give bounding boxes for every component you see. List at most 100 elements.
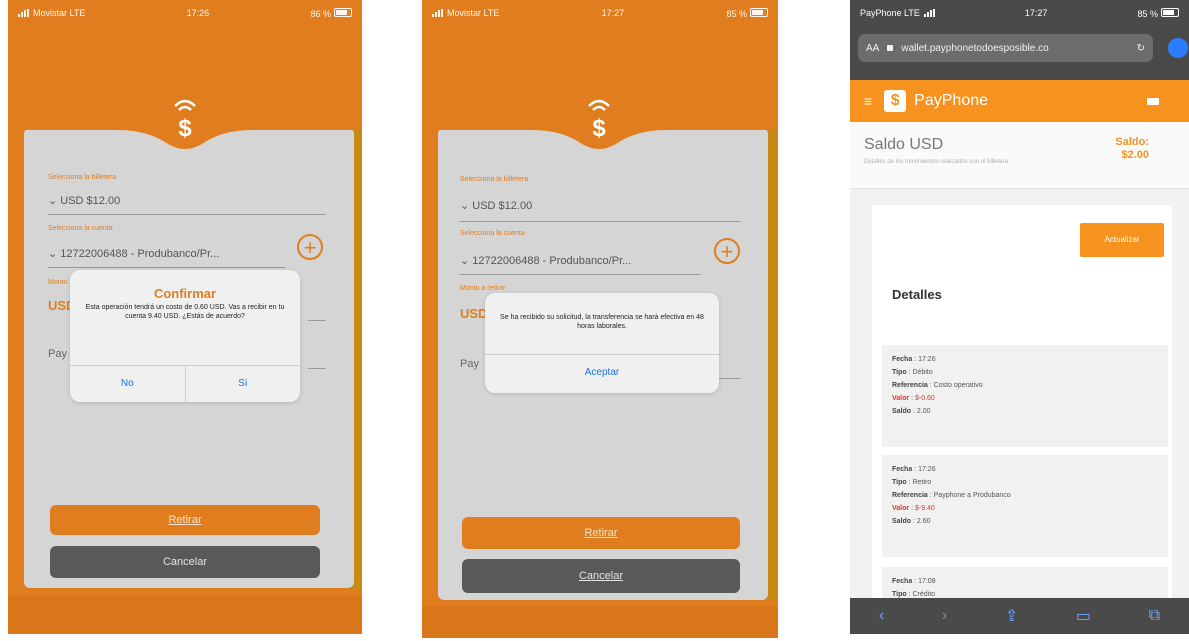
currency-label: USD bbox=[460, 306, 488, 321]
field-label: Tipo bbox=[892, 479, 907, 486]
wallet-value: USD $12.00 bbox=[472, 200, 533, 212]
cancel-button[interactable]: Cancelar bbox=[50, 546, 320, 578]
signal-icon bbox=[923, 9, 935, 17]
tx-balance: 2.00 bbox=[916, 408, 931, 415]
cancel-button[interactable]: Cancelar bbox=[462, 559, 740, 593]
status-bar: Movistar LTE 17:26 86 % bbox=[8, 0, 362, 26]
tabs-icon[interactable]: ⧉ bbox=[1149, 607, 1160, 625]
payment-method-peek: Pay bbox=[460, 358, 479, 370]
reload-icon[interactable]: ↻ bbox=[1137, 43, 1145, 54]
details-card: Actualizar Detalles Fecha : 17:26 Tipo :… bbox=[872, 205, 1172, 607]
account-select[interactable]: ⌄ 12722006488 - Produbanco/Pr... bbox=[48, 247, 219, 260]
amount-label: Monto a retirar bbox=[460, 285, 506, 292]
wallet-select[interactable]: ⌄ USD $12.00 bbox=[48, 194, 120, 207]
tx-type: Retiro bbox=[912, 479, 932, 486]
signal-icon bbox=[432, 9, 443, 17]
field-label: Fecha bbox=[892, 578, 913, 585]
field-label: Tipo bbox=[892, 369, 907, 376]
withdraw-button[interactable]: Retirar bbox=[50, 505, 320, 535]
accept-button[interactable]: Aceptar bbox=[485, 355, 719, 393]
update-button[interactable]: Actualizar bbox=[1080, 223, 1164, 257]
wallet-label: Selecciona la billetera bbox=[48, 174, 117, 181]
battery-percent: 86 % bbox=[310, 8, 331, 19]
dollar-wireless-icon: $ bbox=[579, 96, 619, 149]
battery-status: 86 % bbox=[310, 7, 352, 19]
tx-date: 17:26 bbox=[918, 356, 936, 363]
status-bar: Movistar LTE 17:27 85 % bbox=[422, 0, 778, 26]
dialog-title: Confirmar bbox=[153, 286, 217, 301]
divider bbox=[718, 378, 740, 379]
svg-text:$: $ bbox=[592, 115, 606, 142]
plus-icon: + bbox=[720, 239, 734, 264]
add-account-button[interactable]: + bbox=[714, 238, 740, 264]
url-text: wallet.payphonetodoesposible.co bbox=[901, 42, 1049, 54]
balance-section: Saldo USD Detalles de los movimientos re… bbox=[850, 122, 1189, 189]
add-account-button[interactable]: + bbox=[297, 234, 323, 260]
wallet-label: Selecciona la billetera bbox=[460, 176, 529, 183]
battery-status: 85 % bbox=[1137, 7, 1179, 19]
transaction-item: Fecha : 17:26 Tipo : Débito Referencia :… bbox=[882, 345, 1168, 447]
download-icon[interactable] bbox=[1168, 38, 1188, 58]
text-size-button[interactable]: AA bbox=[866, 43, 879, 54]
phone-screen-accepted: Movistar LTE 17:27 85 % $ Selecciona la … bbox=[422, 0, 778, 638]
wallet-icon[interactable] bbox=[1147, 97, 1159, 105]
payment-method-peek: Pay bbox=[48, 348, 67, 360]
address-bar[interactable]: AA wallet.payphonetodoesposible.co ↻ bbox=[858, 34, 1153, 62]
divider bbox=[48, 267, 286, 268]
bottom-bar bbox=[8, 596, 362, 634]
app-header: ≡ $ PayPhone bbox=[850, 80, 1189, 122]
withdraw-button[interactable]: Retirar bbox=[462, 517, 740, 549]
payphone-logo-icon: $ bbox=[884, 90, 907, 112]
tx-date: 17:08 bbox=[918, 578, 936, 585]
brand-name: PayPhone bbox=[914, 92, 989, 109]
balance-title: Saldo USD bbox=[864, 136, 944, 153]
phone-screen-confirm: Movistar LTE 17:26 86 % $ Selecciona la … bbox=[8, 0, 362, 634]
field-label: Saldo bbox=[892, 408, 912, 415]
no-button[interactable]: No bbox=[70, 366, 185, 402]
dialog-actions: No Si bbox=[70, 365, 300, 402]
status-bar: PayPhone LTE 17:27 85 % bbox=[850, 0, 1189, 26]
share-icon[interactable]: ⇪ bbox=[1005, 606, 1018, 626]
account-select[interactable]: ⌄ 12722006488 - Produbanco/Pr... bbox=[460, 254, 631, 267]
wallet-value: USD $12.00 bbox=[60, 195, 121, 207]
phone-screen-wallet: PayPhone LTE 17:27 85 % AA wallet.paypho… bbox=[850, 0, 1189, 634]
field-label: Fecha bbox=[892, 466, 913, 473]
carrier-label: Movistar LTE bbox=[33, 8, 86, 18]
field-label: Valor bbox=[892, 505, 910, 512]
browser-toolbar: ‹ › ⇪ ▭ ⧉ bbox=[850, 598, 1189, 634]
confirm-dialog: Confirmar Esta operación tendrá un costo… bbox=[70, 270, 300, 402]
dollar-wireless-icon: $ bbox=[165, 96, 205, 149]
battery-percent: 85 % bbox=[726, 8, 747, 19]
account-value: 12722006488 - Produbanco/Pr... bbox=[472, 255, 632, 267]
divider bbox=[48, 214, 326, 215]
divider bbox=[308, 320, 326, 321]
wallet-select[interactable]: ⌄ USD $12.00 bbox=[460, 199, 532, 212]
carrier-label: PayPhone LTE bbox=[860, 8, 920, 18]
field-label: Tipo bbox=[892, 591, 907, 598]
tx-type: Crédito bbox=[912, 591, 936, 598]
back-icon[interactable]: ‹ bbox=[879, 607, 884, 625]
field-label: Referencia bbox=[892, 492, 928, 499]
tx-reference: Payphone a Produbanco bbox=[933, 492, 1011, 499]
divider bbox=[460, 221, 740, 222]
account-value: 12722006488 - Produbanco/Pr... bbox=[60, 248, 220, 260]
clock: 17:26 bbox=[186, 8, 210, 18]
tx-balance: 2.60 bbox=[916, 518, 931, 525]
tx-value: $-0.60 bbox=[914, 395, 935, 402]
svg-text:$: $ bbox=[178, 115, 192, 142]
balance-description: Detalles de los movimientos realizados c… bbox=[864, 159, 1009, 165]
forward-icon[interactable]: › bbox=[942, 607, 947, 625]
hamburger-menu-icon[interactable]: ≡ bbox=[864, 93, 872, 109]
battery-icon bbox=[1160, 7, 1179, 17]
signal-carrier: Movistar LTE bbox=[432, 8, 499, 18]
tx-date: 17:26 bbox=[918, 466, 936, 473]
balance-value: $2.00 bbox=[1121, 149, 1149, 161]
tx-type: Débito bbox=[912, 369, 933, 376]
bookmarks-icon[interactable]: ▭ bbox=[1076, 606, 1091, 626]
carrier-label: Movistar LTE bbox=[447, 8, 500, 18]
yes-button[interactable]: Si bbox=[184, 366, 301, 402]
tx-reference: Costo operativo bbox=[933, 382, 983, 389]
info-dialog: Se ha recibido su solicitud, la transfer… bbox=[485, 293, 719, 393]
clock: 17:27 bbox=[601, 8, 625, 18]
signal-icon bbox=[18, 9, 29, 17]
